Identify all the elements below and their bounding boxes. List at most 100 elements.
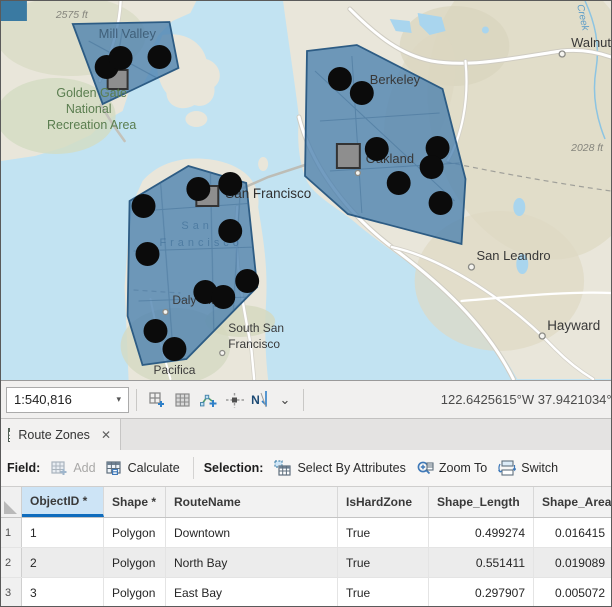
table-row: 3 3 Polygon East Bay True 0.297907 0.005… xyxy=(1,578,611,607)
arcgis-window: San Francisco xyxy=(0,0,612,607)
cell-shape-area[interactable]: 0.019089 xyxy=(534,548,612,577)
zoom-to-icon xyxy=(416,460,434,477)
stop-marker[interactable] xyxy=(132,194,156,218)
zoom-to-button[interactable]: Zoom To xyxy=(416,460,487,477)
cell-ishardzone[interactable]: True xyxy=(338,518,429,547)
cell-objectid[interactable]: 1 xyxy=(22,518,104,547)
cell-ishardzone[interactable]: True xyxy=(338,578,429,607)
cell-objectid[interactable]: 2 xyxy=(22,548,104,577)
calculate-label: Calculate xyxy=(128,461,180,475)
stop-marker[interactable] xyxy=(387,171,411,195)
map-label-elev-2575: 2575 ft xyxy=(55,10,89,21)
grid-add-button[interactable] xyxy=(145,388,169,412)
cell-shape-area[interactable]: 0.016415 xyxy=(534,518,612,547)
map-statusbar: 1:540,816 ▾ xyxy=(1,380,611,418)
add-field-button[interactable]: Add xyxy=(51,460,95,476)
panel-tabstrip: Route Zones ✕ xyxy=(1,418,611,450)
cell-shape-length[interactable]: 0.499274 xyxy=(429,518,534,547)
stop-marker[interactable] xyxy=(429,191,453,215)
column-header-shape-length[interactable]: Shape_Length xyxy=(429,487,534,517)
stop-marker[interactable] xyxy=(136,242,160,266)
calculate-field-button[interactable]: Calculate xyxy=(106,460,180,476)
edit-sketch-icon xyxy=(199,391,219,409)
land-treasure-island xyxy=(258,157,268,171)
stop-marker[interactable] xyxy=(218,172,242,196)
cell-shape-length[interactable]: 0.551411 xyxy=(429,548,534,577)
map-canvas[interactable]: San Francisco xyxy=(1,1,611,380)
svg-text:Golden Gate: Golden Gate xyxy=(56,86,127,100)
map-label-walnut-creek: Walnut Creek xyxy=(571,35,611,50)
switch-selection-button[interactable]: Switch xyxy=(497,460,558,477)
stop-marker[interactable] xyxy=(109,46,133,70)
select-by-attributes-icon xyxy=(274,460,292,477)
facility-marker-east-bay[interactable] xyxy=(337,144,360,168)
cell-shape[interactable]: Polygon xyxy=(104,518,166,547)
cell-shape[interactable]: Polygon xyxy=(104,578,166,607)
statusbar-separator xyxy=(136,389,137,411)
svg-text:Recreation Area: Recreation Area xyxy=(47,118,136,132)
snapping-icon xyxy=(225,391,245,409)
table-row: 2 2 Polygon North Bay True 0.551411 0.01… xyxy=(1,548,611,578)
cell-routename[interactable]: Downtown xyxy=(166,518,338,547)
cell-routename[interactable]: North Bay xyxy=(166,548,338,577)
toolbar-separator xyxy=(193,457,194,479)
tab-close-icon[interactable]: ✕ xyxy=(98,427,114,443)
switch-selection-icon xyxy=(497,460,516,477)
tab-title: Route Zones xyxy=(18,428,90,442)
cell-routename[interactable]: East Bay xyxy=(166,578,338,607)
field-group-label: Field: xyxy=(7,461,40,475)
table-row: 1 1 Polygon Downtown True 0.499274 0.016… xyxy=(1,518,611,548)
stop-marker[interactable] xyxy=(211,285,235,309)
cell-objectid[interactable]: 3 xyxy=(22,578,104,607)
column-header-ishardzone[interactable]: IsHardZone xyxy=(338,487,429,517)
stop-marker[interactable] xyxy=(186,177,210,201)
add-field-icon xyxy=(51,460,68,476)
row-selector[interactable]: 1 xyxy=(1,518,22,547)
map-label-south-sf-1: South San xyxy=(228,321,284,335)
attribute-table: ObjectID * Shape * RouteName IsHardZone … xyxy=(1,487,611,607)
statusbar-expander[interactable]: ⌄ xyxy=(275,388,295,412)
stop-marker[interactable] xyxy=(162,337,186,361)
grid-icon xyxy=(174,391,192,409)
snapping-button[interactable] xyxy=(223,388,247,412)
map-scale-combobox[interactable]: 1:540,816 ▾ xyxy=(6,387,129,413)
stop-marker[interactable] xyxy=(218,219,242,243)
north-arrow-button[interactable]: N xyxy=(249,388,273,412)
land-angel-island xyxy=(185,111,207,127)
table-header-row: ObjectID * Shape * RouteName IsHardZone … xyxy=(1,487,611,518)
map-label-hayward: Hayward xyxy=(547,318,600,333)
stop-marker[interactable] xyxy=(328,67,352,91)
map-label-mill-valley: Mill Valley xyxy=(99,26,157,41)
table-icon xyxy=(8,428,10,442)
scale-dropdown-arrow-icon[interactable]: ▾ xyxy=(109,394,128,405)
column-header-routename[interactable]: RouteName xyxy=(166,487,338,517)
column-header-objectid[interactable]: ObjectID * xyxy=(22,487,104,517)
map-view[interactable]: San Francisco xyxy=(1,1,611,380)
stop-marker[interactable] xyxy=(148,45,172,69)
select-all-corner[interactable] xyxy=(1,487,22,517)
cell-shape[interactable]: Polygon xyxy=(104,548,166,577)
edit-sketch-button[interactable] xyxy=(197,388,221,412)
grid-add-icon xyxy=(148,391,166,409)
stop-marker[interactable] xyxy=(365,137,389,161)
tab-route-zones[interactable]: Route Zones ✕ xyxy=(1,419,121,450)
cell-shape-length[interactable]: 0.297907 xyxy=(429,578,534,607)
coordinate-readout: 122.6425615°W 37.9421034°N xyxy=(441,392,611,407)
chevron-down-icon: ⌄ xyxy=(280,392,291,408)
column-header-shape[interactable]: Shape * xyxy=(104,487,166,517)
select-by-attributes-button[interactable]: Select By Attributes xyxy=(274,460,405,477)
map-scale-value: 1:540,816 xyxy=(14,392,72,407)
stop-marker[interactable] xyxy=(144,319,168,343)
grid-button[interactable] xyxy=(171,388,195,412)
stop-marker[interactable] xyxy=(350,81,374,105)
calculate-icon xyxy=(106,460,123,476)
cell-shape-area[interactable]: 0.005072 xyxy=(534,578,612,607)
row-selector[interactable]: 2 xyxy=(1,548,22,577)
corner-triangle-icon xyxy=(4,501,17,514)
row-selector[interactable]: 3 xyxy=(1,578,22,607)
stop-marker[interactable] xyxy=(420,155,444,179)
cell-ishardzone[interactable]: True xyxy=(338,548,429,577)
column-header-shape-area[interactable]: Shape_Area xyxy=(534,487,612,517)
selection-group-label: Selection: xyxy=(204,461,264,475)
stop-marker[interactable] xyxy=(235,269,259,293)
